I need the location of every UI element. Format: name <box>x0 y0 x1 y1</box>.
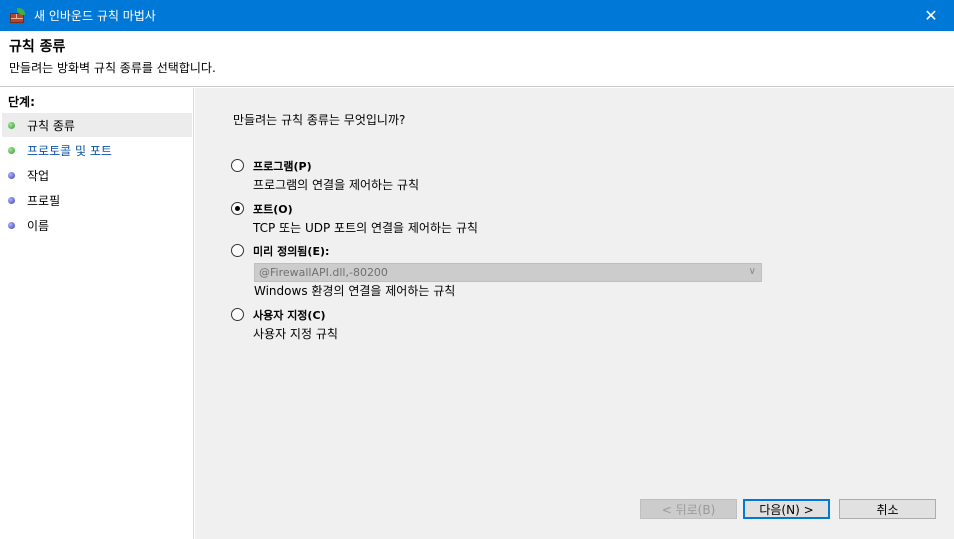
steps-title: 단계: <box>8 95 35 109</box>
back-button[interactable]: < 뒤로(B) <box>640 499 737 519</box>
close-icon: ✕ <box>924 6 938 25</box>
step-bullet-icon <box>8 146 15 154</box>
predefined-rule-value: @FirewallAPI.dll,-80200 <box>259 266 388 279</box>
option-label: 사용자 지정(C) <box>253 309 326 322</box>
radio-predefined[interactable] <box>231 244 244 257</box>
question-text: 만들려는 규칙 종류는 무엇입니까? <box>233 113 406 127</box>
radio-program[interactable] <box>231 159 244 172</box>
step-label: 이름 <box>27 218 50 233</box>
step-bullet-icon <box>8 121 15 129</box>
page-description: 만들려는 방화벽 규칙 종류를 선택합니다. <box>9 61 216 75</box>
step-bullet-icon <box>8 196 15 204</box>
window-title: 새 인바운드 규칙 마법사 <box>34 9 156 23</box>
option-predefined[interactable]: 미리 정의됨(E): <box>231 243 329 259</box>
radio-custom[interactable] <box>231 308 244 321</box>
radio-port[interactable] <box>231 202 244 215</box>
step-label: 프로토콜 및 포트 <box>27 143 112 158</box>
step-rule-type[interactable]: 규칙 종류 <box>2 113 192 137</box>
next-button[interactable]: 다음(N) > <box>743 499 830 519</box>
close-button[interactable]: ✕ <box>908 0 954 31</box>
option-label: 포트(O) <box>253 203 293 216</box>
cancel-button[interactable]: 취소 <box>839 499 936 519</box>
chevron-down-icon: ∨ <box>748 266 756 277</box>
step-protocol-ports[interactable]: 프로토콜 및 포트 <box>2 138 192 162</box>
step-label: 작업 <box>27 168 50 183</box>
step-label: 규칙 종류 <box>27 118 75 133</box>
step-action: 작업 <box>2 163 192 187</box>
wizard-header: 규칙 종류 만들려는 방화벽 규칙 종류를 선택합니다. <box>0 31 954 87</box>
option-port[interactable]: 포트(O) TCP 또는 UDP 포트의 연결을 제어하는 규칙 <box>231 201 478 236</box>
main-panel: 만들려는 규칙 종류는 무엇입니까? 프로그램(P) 프로그램의 연결을 제어하… <box>195 88 954 539</box>
option-label: 미리 정의됨(E): <box>253 245 330 258</box>
option-label: 프로그램(P) <box>253 160 312 173</box>
firewall-icon <box>9 7 25 24</box>
step-label: 프로필 <box>27 193 61 208</box>
option-description: 사용자 지정 규칙 <box>253 327 338 341</box>
option-description: Windows 환경의 연결을 제어하는 규칙 <box>254 284 456 298</box>
option-description: TCP 또는 UDP 포트의 연결을 제어하는 규칙 <box>253 221 478 235</box>
page-title: 규칙 종류 <box>9 39 66 55</box>
predefined-rule-select: @FirewallAPI.dll,-80200 ∨ <box>254 263 762 282</box>
step-bullet-icon <box>8 171 15 179</box>
step-bullet-icon <box>8 221 15 229</box>
option-description: 프로그램의 연결을 제어하는 규칙 <box>253 178 420 192</box>
step-name: 이름 <box>2 213 192 237</box>
option-custom[interactable]: 사용자 지정(C) 사용자 지정 규칙 <box>231 307 338 342</box>
step-profile: 프로필 <box>2 188 192 212</box>
title-bar: 새 인바운드 규칙 마법사 ✕ <box>0 0 954 31</box>
steps-sidebar: 단계: 규칙 종류 프로토콜 및 포트 작업 프로필 이름 <box>0 88 194 539</box>
option-program[interactable]: 프로그램(P) 프로그램의 연결을 제어하는 규칙 <box>231 158 419 193</box>
